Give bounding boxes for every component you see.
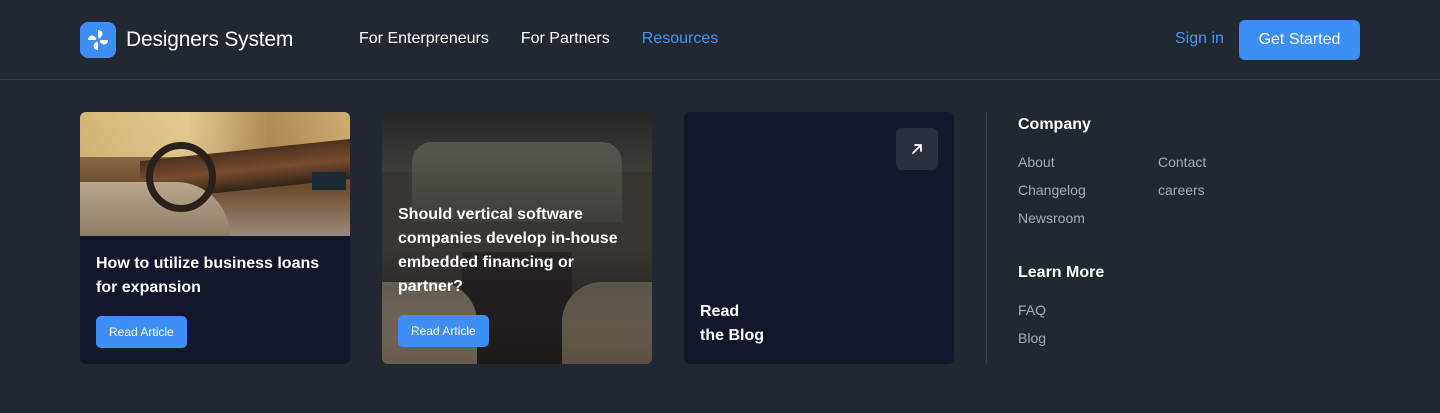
arrow-up-right-icon[interactable] xyxy=(896,128,938,170)
article-title: How to utilize business loans for expans… xyxy=(96,255,320,296)
link-blog[interactable]: Blog xyxy=(1018,330,1046,346)
get-started-button[interactable]: Get Started xyxy=(1239,20,1360,60)
read-article-button[interactable]: Read Article xyxy=(398,315,489,347)
nav-link-resources[interactable]: Resources xyxy=(642,30,718,48)
main-nav: For Enterpreneurs For Partners Resources xyxy=(359,30,718,48)
brand-name: Designers System xyxy=(126,28,294,51)
brand-logo[interactable]: Designers System xyxy=(80,22,293,58)
link-careers[interactable]: careers xyxy=(1158,182,1205,198)
link-contact[interactable]: Contact xyxy=(1158,154,1206,170)
link-about[interactable]: About xyxy=(1018,154,1055,170)
learn-more-section-title: Learn More xyxy=(1018,264,1105,281)
link-faq[interactable]: FAQ xyxy=(1018,302,1046,318)
car-interior-image xyxy=(80,112,350,236)
nav-link-enterpreneurs[interactable]: For Enterpreneurs xyxy=(359,30,489,48)
nav-link-partners[interactable]: For Partners xyxy=(521,30,610,48)
article-title: Should vertical software companies devel… xyxy=(398,206,618,295)
link-changelog[interactable]: Changelog xyxy=(1018,182,1086,198)
swirl-logo-icon xyxy=(80,22,116,58)
sign-in-link[interactable]: Sign in xyxy=(1175,30,1224,48)
read-the-blog-label: Read the Blog xyxy=(700,300,764,348)
read-article-button[interactable]: Read Article xyxy=(96,316,187,348)
read-the-blog-card[interactable]: Read the Blog xyxy=(684,112,954,364)
article-card-business-loans[interactable]: How to utilize business loans for expans… xyxy=(80,112,350,364)
blog-label-line2: the Blog xyxy=(700,327,764,344)
vertical-divider xyxy=(986,112,987,364)
top-navigation-bar: Designers System For Enterpreneurs For P… xyxy=(0,0,1440,80)
link-newsroom[interactable]: Newsroom xyxy=(1018,210,1085,226)
article-card-embedded-financing[interactable]: Should vertical software companies devel… xyxy=(382,112,652,364)
company-section-title: Company xyxy=(1018,116,1091,133)
blog-label-line1: Read xyxy=(700,303,740,320)
